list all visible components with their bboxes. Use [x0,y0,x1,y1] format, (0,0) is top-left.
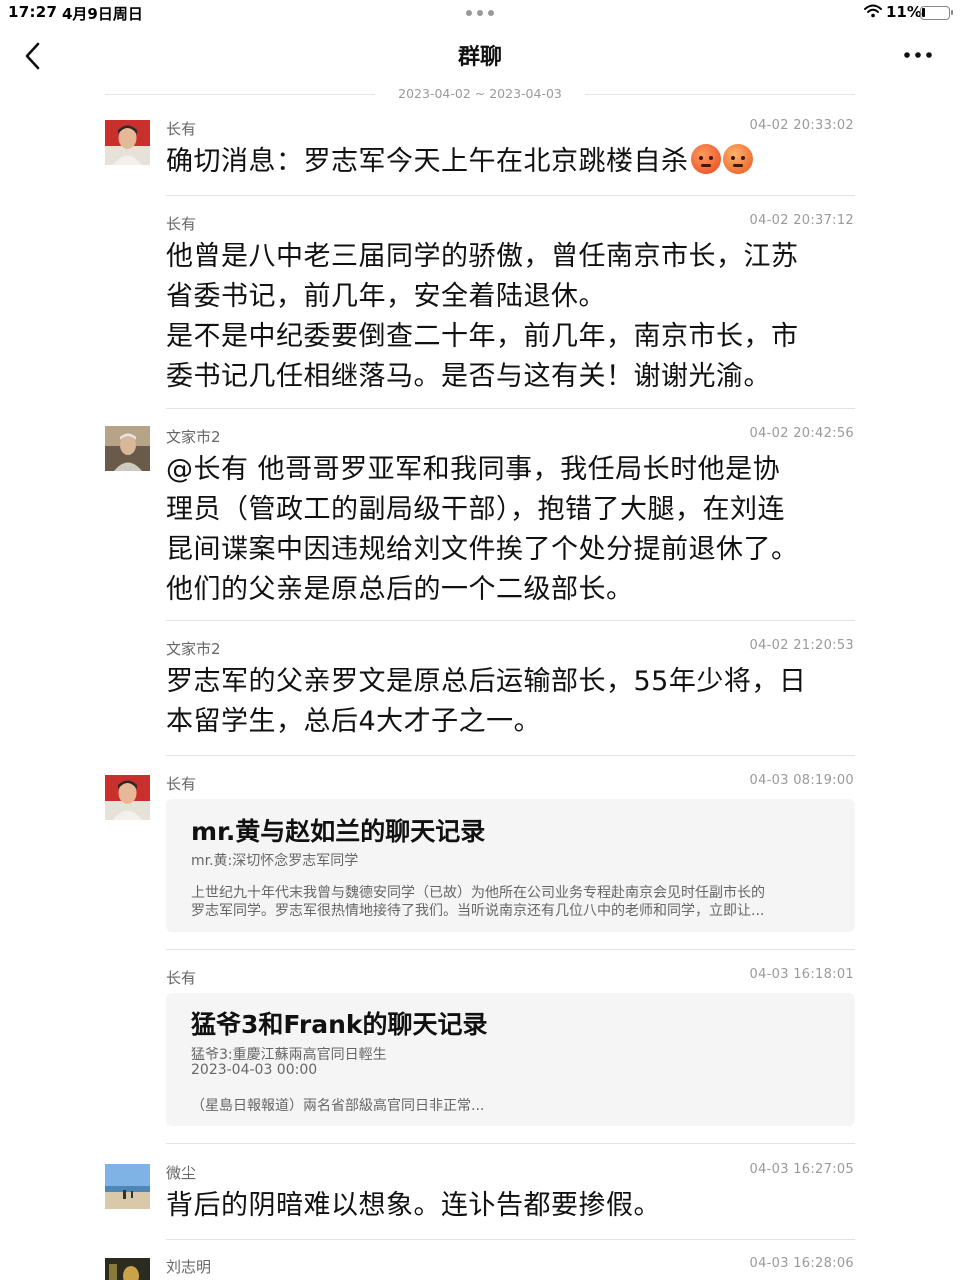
message-time: 04-02 20:42:56 [749,426,854,441]
sender-name: 长有 [166,969,197,987]
message-divider [166,1239,855,1240]
message-text-line: 罗志军的父亲罗文是原总后运输部长，55年少将，日 [166,666,807,697]
message-time: 04-03 16:28:06 [749,1256,854,1271]
chat-record-excerpt: 上世纪九十年代末我曾与魏德安同学（已故）为他所在公司业务专程赴南京会见时任副市长… [191,884,831,920]
chat-record-card[interactable]: 猛爷3和Frank的聊天记录 猛爷3:重慶江蘇兩高官同日輕生 2023-04-0… [166,993,855,1126]
avatar[interactable] [105,120,150,165]
chat-record-excerpt-line: 上世纪九十年代末我曾与魏德安同学（已故）为他所在公司业务专程赴南京会见时任副市长… [191,885,765,901]
sender-name: 文家市2 [166,428,221,446]
message-text-line: 是不是中纪委要倒查二十年，前几年，南京市长，市 [166,321,799,352]
message-text-line: 他曾是八中老三届同学的骄傲，曾任南京市长，江苏 [166,241,799,272]
message-divider [166,1143,855,1144]
message-divider [166,949,855,950]
message-divider [166,195,855,196]
date-range-header: 2023-04-02 ~ 2023-04-03 [105,86,855,102]
chat-record-excerpt-line: 罗志军同学。罗志军很热情地接待了我们。当听说南京还有几位八中的老师和同学，立即让… [191,903,765,919]
message-text-line: 理员（管政工的副局级干部），抱错了大腿，在刘连 [166,494,785,525]
sender-name: 微尘 [166,1164,197,1182]
chat-record-preview: 猛爷3:重慶江蘇兩高官同日輕生 [191,1047,387,1063]
message-text: @长有 他哥哥罗亚军和我同事，我任局长时他是协 理员（管政工的副局级干部），抱错… [166,450,856,610]
message-text-line: 本留学生，总后4大才子之一。 [166,706,542,737]
message-text-line: 昆间谍案中因违规给刘文件挨了个处分提前退休了。 [166,534,799,565]
chat-record-preview: mr.黄:深切怀念罗志军同学 [191,853,359,869]
multitasking-dots-icon[interactable] [466,10,494,16]
chat-record-title: mr.黄与赵如兰的聊天记录 [191,817,486,846]
message-text-line: 确切消息：罗志军今天上午在北京跳楼自杀 [166,146,689,177]
avatar[interactable] [105,775,150,820]
message-time: 04-02 21:20:53 [749,638,854,653]
message-time: 04-03 16:27:05 [749,1162,854,1177]
message-text: 确切消息：罗志军今天上午在北京跳楼自杀 [166,142,856,182]
sender-name: 文家市2 [166,640,221,658]
status-time: 17:27 [8,3,58,21]
message-time: 04-03 16:18:01 [749,967,854,982]
chat-record-date: 2023-04-03 00:00 [191,1062,318,1078]
battery-percent: 11% [886,3,922,21]
nav-bar: 群聊 [0,30,960,80]
status-bar: 17:27 4月9日周日 11% [0,0,960,26]
message-time: 04-02 20:33:02 [749,118,854,133]
sender-name: 长有 [166,215,197,233]
message-time: 04-02 20:37:12 [749,213,854,228]
page-title: 群聊 [457,45,502,70]
chat-record-excerpt: （星島日報報道）兩名省部級高官同日非正常... [191,1097,831,1115]
anxious-sweat-face-emoji [722,144,753,174]
message-text: 背后的阴暗难以想象。连讣告都要掺假。 [166,1190,661,1221]
message-text-line: 省委书记，前几年，安全着陆退休。 [166,281,606,312]
message-text-line: 委书记几任相继落马。是否与这有关！谢谢光渝。 [166,361,771,392]
battery-icon [920,6,953,20]
avatar[interactable] [105,1258,150,1280]
sender-name: 长有 [166,120,197,138]
avatar[interactable] [105,1164,150,1209]
message-text: 他曾是八中老三届同学的骄傲，曾任南京市长，江苏 省委书记，前几年，安全着陆退休。… [166,237,856,397]
status-date: 4月9日周日 [62,5,143,23]
message-text: 罗志军的父亲罗文是原总后运输部长，55年少将，日 本留学生，总后4大才子之一。 [166,662,856,742]
chat-record-excerpt-line: （星島日報報道）兩名省部級高官同日非正常... [191,1098,485,1114]
message-divider [166,755,855,756]
message-divider [166,620,855,621]
message-text-line: @长有 他哥哥罗亚军和我同事，我任局长时他是协 [166,454,781,485]
message-text-line: 他们的父亲是原总后的一个二级部长。 [166,574,634,605]
sender-name: 刘志明 [166,1258,212,1276]
wifi-icon [864,4,882,18]
date-range-text: 2023-04-02 ~ 2023-04-03 [388,86,572,101]
angry-face-emoji [690,144,721,174]
chat-record-title: 猛爷3和Frank的聊天记录 [191,1010,488,1039]
message-time: 04-03 08:19:00 [749,773,854,788]
chat-record-card[interactable]: mr.黄与赵如兰的聊天记录 mr.黄:深切怀念罗志军同学 上世纪九十年代末我曾与… [166,799,855,932]
sender-name: 长有 [166,775,197,793]
avatar[interactable] [105,426,150,471]
message-divider [166,408,855,409]
ellipsis-icon[interactable] [900,42,936,68]
